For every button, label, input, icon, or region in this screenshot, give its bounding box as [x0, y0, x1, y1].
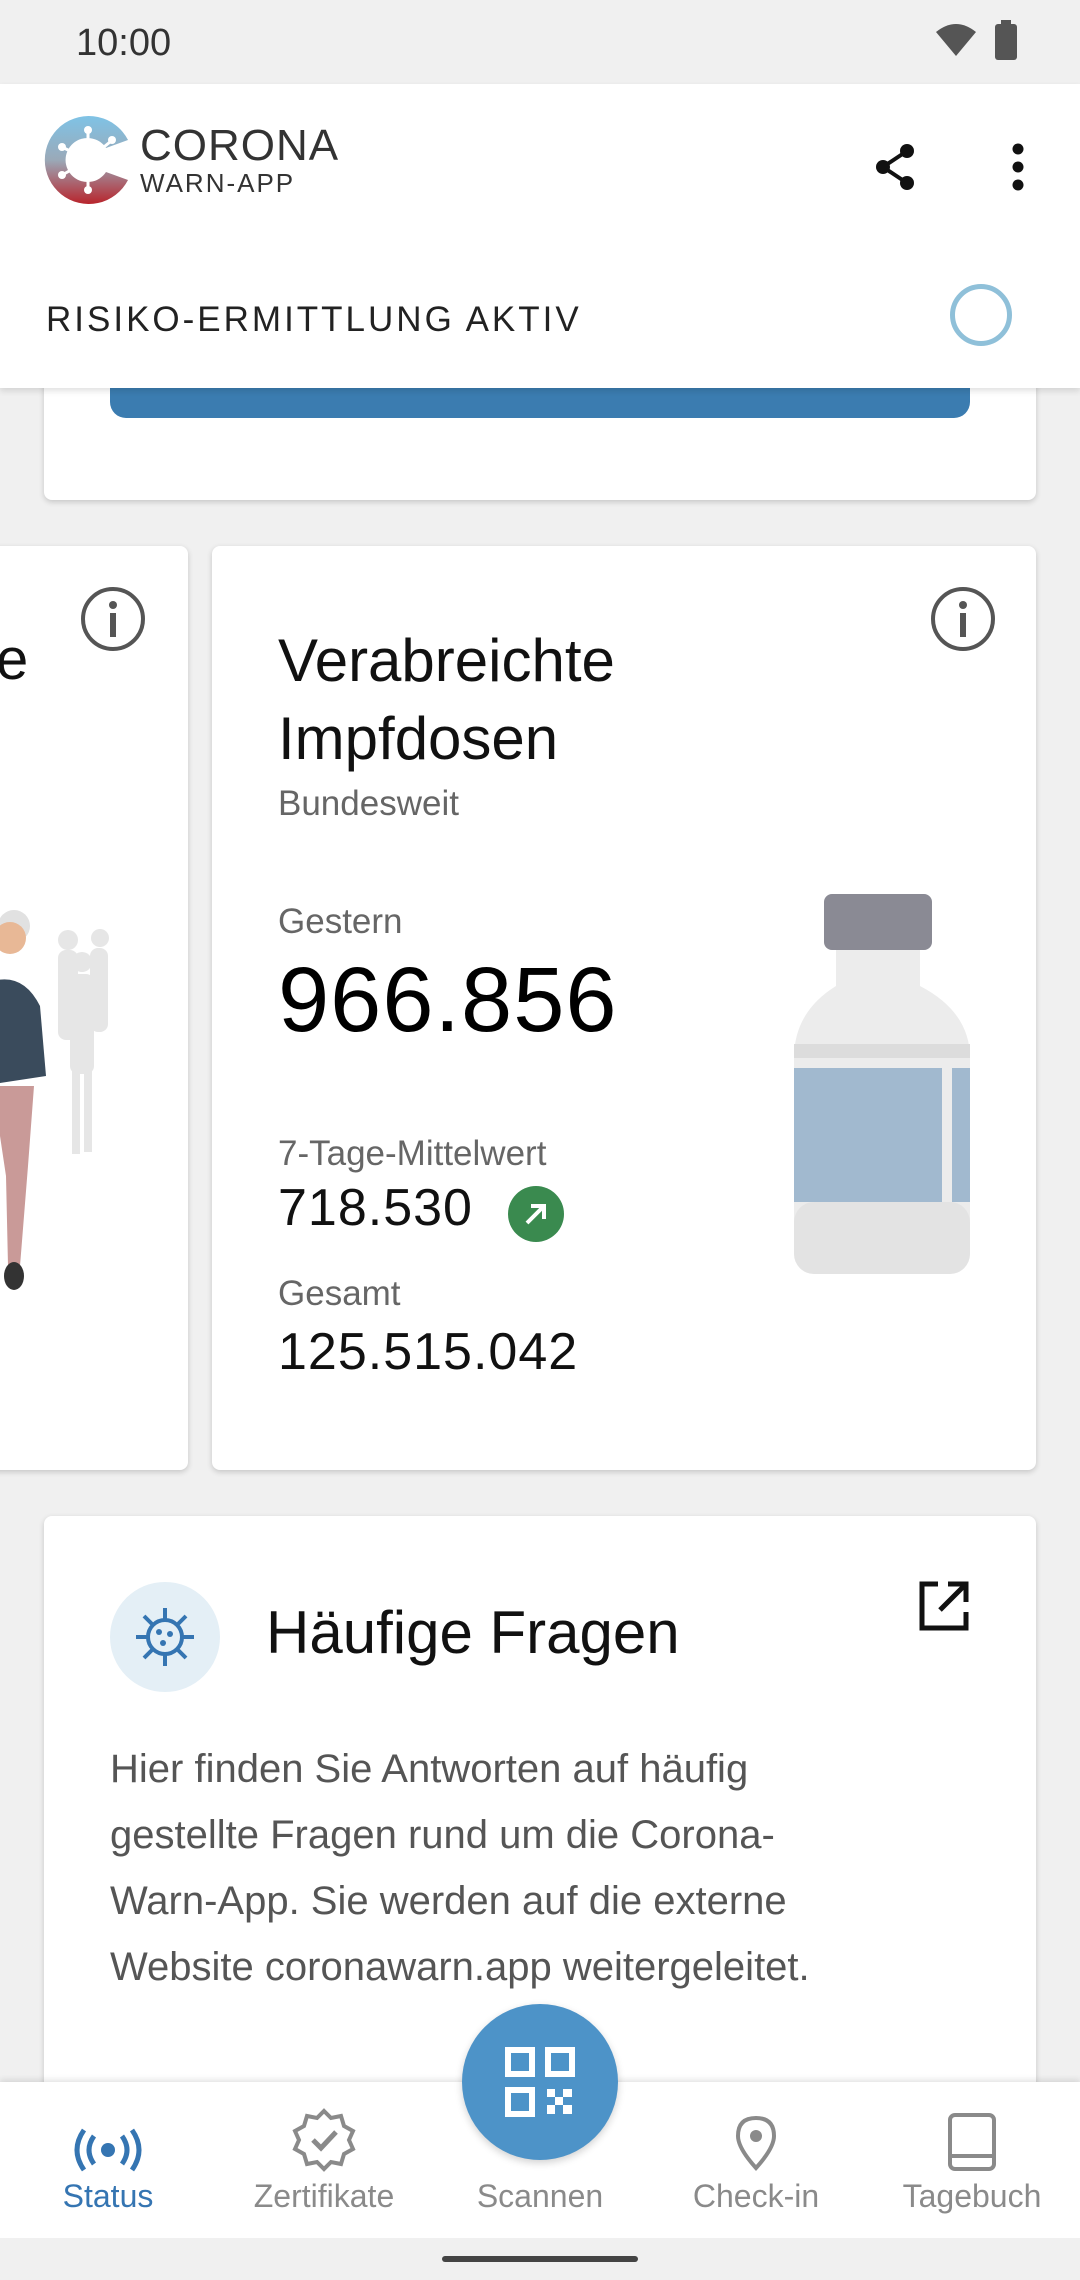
logo-line-2: WARN-APP — [140, 168, 296, 198]
vaccine-vial-icon — [794, 894, 970, 1274]
nav-item-certificates[interactable]: Zertifikate — [216, 2082, 432, 2238]
seven-day-average-value: 718.530 — [278, 1179, 473, 1237]
nav-label-certificates: Zertifikate — [253, 2178, 395, 2214]
status-time: 10:00 — [76, 22, 172, 64]
system-icons — [934, 20, 1018, 60]
battery-icon — [995, 20, 1017, 60]
info-icon[interactable] — [930, 586, 996, 652]
location-pin-icon — [735, 2115, 777, 2171]
yesterday-value: 966.856 — [278, 949, 618, 1051]
more-vert-icon — [1012, 143, 1024, 191]
risk-status-label: RISIKO-ERMITTLUNG AKTIV — [46, 300, 582, 339]
nav-label-diary: Tagebuch — [902, 2178, 1042, 2214]
stats-card-previous[interactable]: e — [0, 546, 188, 1470]
broadcast-icon — [74, 2128, 142, 2172]
wifi-icon — [936, 24, 976, 56]
nav-label-checkin: Check-in — [692, 2178, 820, 2214]
stats-card-vaccinations[interactable]: Verabreichte Impfdosen Bundesweit Gester… — [212, 546, 1036, 1470]
share-button[interactable] — [862, 134, 928, 200]
stats-card-subtitle: Bundesweit — [278, 784, 459, 823]
certificate-icon — [292, 2108, 356, 2172]
trend-up-icon — [508, 1186, 564, 1242]
faq-description: Hier finden Sie Antworten auf häufig ges… — [110, 1747, 810, 1989]
faq-title: Häufige Fragen — [266, 1599, 680, 1666]
qr-code-icon — [505, 2047, 575, 2117]
home-gesture-bar[interactable] — [442, 2256, 638, 2262]
risk-progress-icon — [950, 284, 1012, 346]
stats-card-previous-title: e — [0, 627, 29, 692]
overflow-menu-button[interactable] — [988, 134, 1048, 200]
scan-qr-button[interactable] — [462, 2004, 618, 2160]
total-label: Gesamt — [278, 1274, 401, 1313]
status-bar: 10:00 — [0, 0, 1080, 84]
risk-status-row[interactable]: RISIKO-ERMITTLUNG AKTIV — [0, 258, 1080, 388]
total-value: 125.515.042 — [278, 1323, 579, 1381]
nav-item-status[interactable]: Status — [0, 2082, 216, 2238]
external-link-icon[interactable] — [914, 1576, 974, 1636]
logo-line-1: CORONA — [140, 121, 340, 170]
virus-icon — [110, 1582, 220, 1692]
nav-label-scan: Scannen — [476, 2178, 604, 2214]
yesterday-label: Gestern — [278, 902, 403, 941]
people-illustration-icon — [0, 910, 109, 1290]
info-icon[interactable] — [80, 586, 146, 652]
seven-day-average-label: 7-Tage-Mittelwert — [278, 1134, 547, 1173]
app-header: CORONA WARN-APP RISIKO-ERMITTLUNG AKTIV — [0, 84, 1080, 388]
corona-warn-app-logo-icon — [44, 116, 129, 204]
book-icon — [948, 2113, 996, 2171]
stats-card-title: Verabreichte Impfdosen — [278, 627, 615, 772]
nav-label-status: Status — [62, 2178, 154, 2214]
share-icon — [876, 144, 914, 190]
nav-item-diary[interactable]: Tagebuch — [864, 2082, 1080, 2238]
nav-item-checkin[interactable]: Check-in — [648, 2082, 864, 2238]
gesture-area — [0, 2238, 1080, 2280]
app-logo: CORONA WARN-APP — [42, 110, 339, 210]
